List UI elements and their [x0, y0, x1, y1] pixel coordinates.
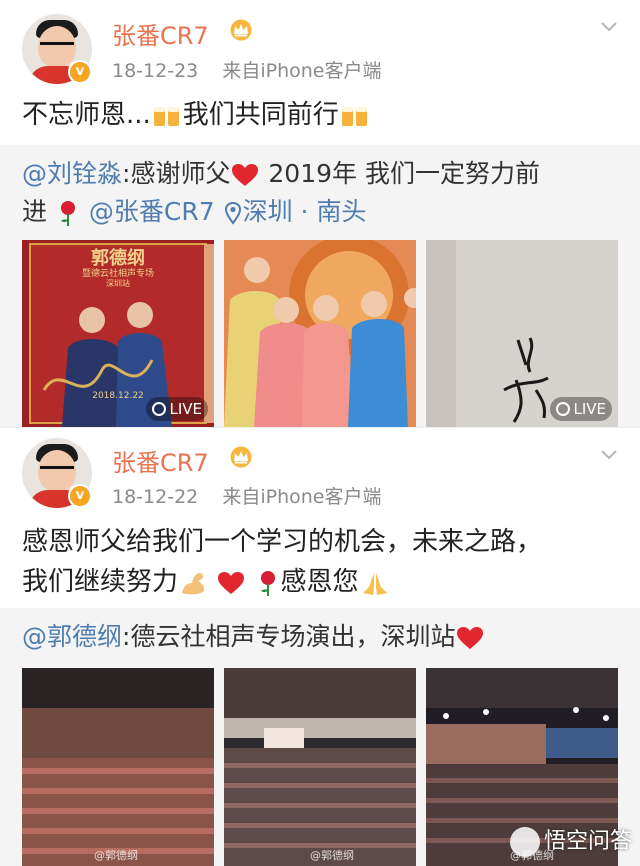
live-label: LIVE [573, 400, 606, 418]
live-photo-icon [152, 402, 167, 416]
beer-emoji [341, 106, 367, 126]
post-meta: 18-12-23 来自iPhone客户端 [112, 56, 381, 83]
heart-emoji [457, 627, 484, 649]
weibo-post-2: v 张番CR7 18-12-22 来自iPhone客户端 感恩师父给我们一个学习… [0, 427, 640, 866]
rose-emoji [60, 201, 75, 226]
chevron-down-icon[interactable] [600, 18, 618, 36]
post-source: 来自iPhone客户端 [222, 60, 382, 82]
image-watermark: @郭德纲 [310, 849, 354, 862]
verified-badge-icon: v [68, 484, 92, 508]
site-watermark-text: 悟空问答 [543, 829, 632, 854]
beer-emoji [153, 106, 179, 126]
location-text[interactable]: 深圳 · 南头 [243, 197, 367, 226]
post-time: 18-12-23 [112, 60, 199, 82]
post-text-line: 感恩师父给我们一个学习的机会，未来之路， [22, 527, 543, 557]
repost-image-1[interactable]: @郭德纲 [22, 668, 214, 866]
live-photo-badge: LIVE [550, 397, 612, 421]
heart-emoji [218, 571, 245, 594]
post-source: 来自iPhone客户端 [222, 486, 382, 508]
repost-image-2[interactable]: @郭德纲 [224, 668, 416, 866]
post-text-part: 我们共同前行 [182, 100, 339, 130]
performers-photo [224, 240, 416, 427]
wukong-logo-icon [509, 827, 540, 857]
location-icon [224, 201, 241, 225]
repost-mention[interactable]: @刘铨淼 [22, 159, 122, 188]
repost-block[interactable]: @郭德纲:德云社相声专场演出，深圳站 @郭德纲 @郭德纲 @郭德纲 悟空问答 [0, 608, 640, 866]
image-watermark: @郭德纲 [94, 849, 138, 862]
audience-photo [224, 668, 416, 866]
author-name[interactable]: 张番CR7 [112, 443, 209, 478]
repost-image-1[interactable]: 郭德纲 暨德云社相声专场 深圳站 2018.12.22 LIVE [22, 240, 214, 427]
crown-icon [230, 446, 252, 468]
post-time: 18-12-22 [112, 486, 199, 508]
crown-icon [230, 19, 252, 41]
poster-station: 深圳站 [106, 279, 130, 288]
repost-body: :感谢师父 [122, 159, 231, 188]
pray-emoji [362, 572, 387, 595]
post-text: 感恩师父给我们一个学习的机会，未来之路， 我们继续努力 感恩您 [22, 522, 620, 602]
site-watermark: 悟空问答 [509, 823, 632, 857]
repost-text: @郭德纲:德云社相声专场演出，深圳站 [22, 618, 618, 656]
repost-block[interactable]: @刘铨淼:感谢师父 2019年 我们一定努力前 进 @张番CR7 深圳 · 南头 [0, 145, 640, 427]
post-text: 不忘师恩... 我们共同前行 [22, 95, 620, 135]
post-text-line: 我们继续努力 [22, 567, 179, 597]
verified-badge-icon: v [68, 60, 92, 84]
chevron-down-icon[interactable] [600, 446, 618, 464]
muscle-emoji [182, 572, 205, 594]
audience-photo [22, 668, 214, 866]
live-label: LIVE [169, 400, 202, 418]
repost-body: :德云社相声专场演出，深圳站 [122, 622, 456, 651]
post-text-part: 不忘师恩... [22, 100, 151, 130]
rose-emoji [260, 570, 275, 596]
heart-emoji [232, 164, 259, 186]
post-meta: 18-12-22 来自iPhone客户端 [112, 482, 381, 509]
repost-image-3[interactable]: LIVE [426, 240, 618, 427]
repost-body: 2019年 我们一定努力前 [260, 159, 540, 188]
live-photo-badge: LIVE [146, 397, 208, 421]
repost-mention[interactable]: @郭德纲 [22, 622, 122, 651]
repost-body: 进 [22, 197, 48, 226]
live-photo-icon [556, 402, 571, 416]
weibo-post-1: v 张番CR7 18-12-23 来自iPhone客户端 不忘师恩... 我们共… [0, 0, 640, 427]
post-text-line: 感恩您 [280, 567, 359, 597]
author-name[interactable]: 张番CR7 [112, 16, 209, 51]
repost-mention-2[interactable]: @张番CR7 [89, 197, 215, 226]
repost-image-2[interactable] [224, 240, 416, 427]
repost-text: @刘铨淼:感谢师父 2019年 我们一定努力前 进 @张番CR7 深圳 · 南头 [22, 155, 618, 231]
